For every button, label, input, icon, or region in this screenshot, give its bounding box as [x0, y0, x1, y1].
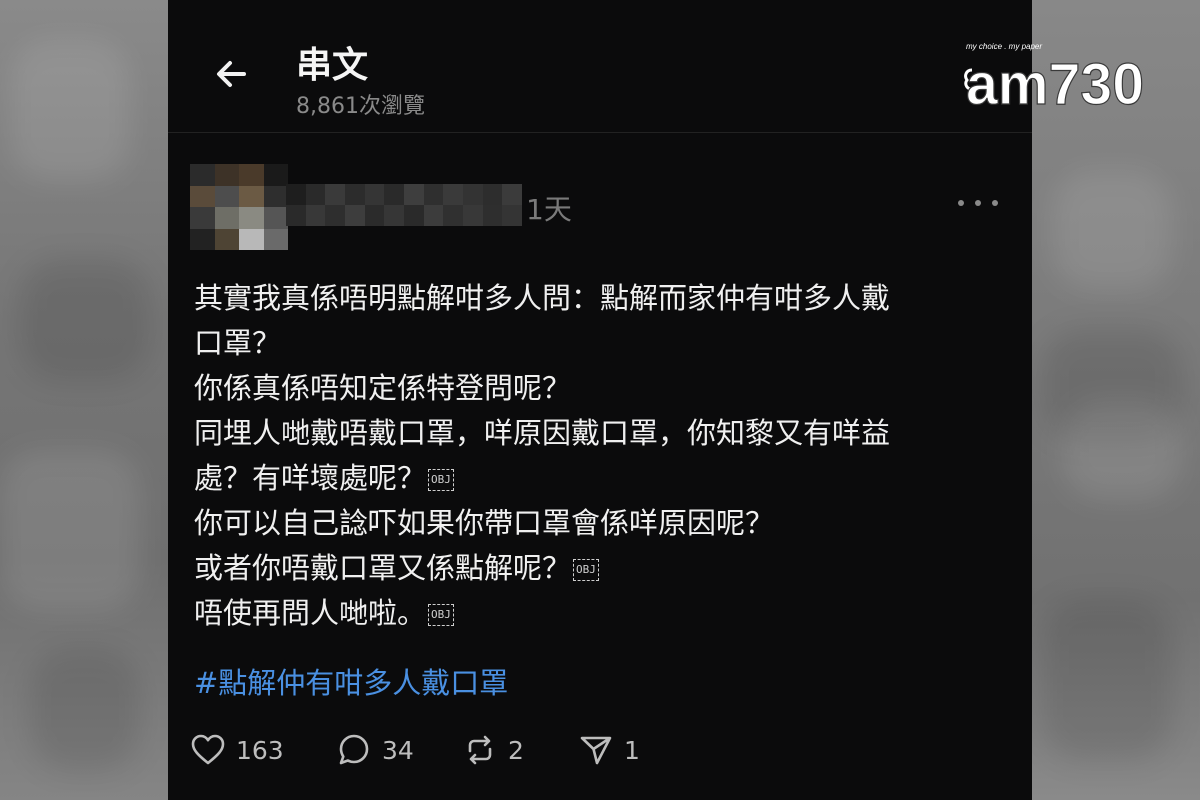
- comment-count: 34: [382, 735, 414, 765]
- share-count: 1: [624, 735, 640, 765]
- hashtag-link[interactable]: #點解仲有咁多人戴口罩: [194, 660, 508, 702]
- post-line-text: 或者你唔戴口罩又係點解呢？: [194, 551, 572, 585]
- thread-screen: 串文 8,861次瀏覽 1天 其實我真係唔明點解咁多人問：點解而家仲有咁多人戴 …: [168, 0, 1032, 800]
- obj-placeholder-glyph: OBJ: [428, 604, 454, 626]
- share-button[interactable]: 1: [578, 730, 640, 770]
- post-line: 處？有咩壞處呢？ OBJ: [194, 456, 974, 501]
- repost-button[interactable]: 2: [462, 730, 524, 770]
- page-title: 串文: [296, 45, 369, 86]
- post-line-text: 同埋人哋戴唔戴口罩，咩原因戴口罩，你知黎又有咩益: [194, 416, 891, 450]
- post-line-text: 你係真係唔知定係特登問呢？: [194, 371, 572, 405]
- comment-icon: [339, 734, 369, 765]
- send-icon: [580, 736, 612, 765]
- more-dots-icon: [958, 200, 964, 206]
- username-pixelated[interactable]: [286, 184, 522, 226]
- post-line-text: 其實我真係唔明點解咁多人問：點解而家仲有咁多人戴: [194, 281, 891, 315]
- blurred-background-right: [1032, 0, 1200, 800]
- top-bar: 串文 8,861次瀏覽: [168, 0, 1032, 133]
- back-arrow-icon: [217, 61, 246, 87]
- post-line-text: 你可以自己諗吓如果你帶口罩會係咩原因呢？: [194, 506, 775, 540]
- heart-icon: [191, 734, 225, 765]
- view-count: 8,861次瀏覽: [296, 94, 425, 119]
- post-line-text: 口罩？: [194, 326, 282, 360]
- logo-brand: am730: [966, 52, 1144, 110]
- obj-placeholder-glyph: OBJ: [573, 559, 599, 581]
- post-body: 其實我真係唔明點解咁多人問：點解而家仲有咁多人戴 口罩？ 你係真係唔知定係特登問…: [194, 276, 974, 636]
- like-count: 163: [236, 735, 284, 765]
- blurred-background-left: [0, 0, 168, 800]
- more-options-button[interactable]: [958, 188, 998, 218]
- more-dot: [992, 200, 998, 206]
- am730-logo: my choice . my paper am730: [964, 42, 1145, 110]
- post-line: 唔使再問人哋啦。 OBJ: [194, 591, 974, 636]
- post: 1天 其實我真係唔明點解咁多人問：點解而家仲有咁多人戴 口罩？ 你係真係唔知定係…: [168, 150, 1032, 800]
- post-line: 其實我真係唔明點解咁多人問：點解而家仲有咁多人戴: [194, 276, 974, 321]
- post-line: 或者你唔戴口罩又係點解呢？ OBJ: [194, 546, 974, 591]
- post-line: 你可以自己諗吓如果你帶口罩會係咩原因呢？: [194, 501, 974, 546]
- like-button[interactable]: 163: [190, 730, 284, 770]
- post-line: 同埋人哋戴唔戴口罩，咩原因戴口罩，你知黎又有咩益: [194, 411, 974, 456]
- repost-icon: [468, 735, 492, 765]
- avatar-pixelated[interactable]: [190, 164, 288, 250]
- logo-tagline: my choice . my paper: [966, 42, 1042, 51]
- post-line: 你係真係唔知定係特登問呢？: [194, 366, 974, 411]
- back-button[interactable]: [208, 50, 256, 98]
- post-line-text: 唔使再問人哋啦。: [194, 596, 427, 630]
- repost-count: 2: [508, 735, 524, 765]
- obj-placeholder-glyph: OBJ: [428, 469, 454, 491]
- comment-button[interactable]: 34: [336, 730, 414, 770]
- post-line-text: 處？有咩壞處呢？: [194, 461, 427, 495]
- more-dot: [975, 200, 981, 206]
- post-line: 口罩？: [194, 321, 974, 366]
- post-timestamp: 1天: [526, 193, 572, 226]
